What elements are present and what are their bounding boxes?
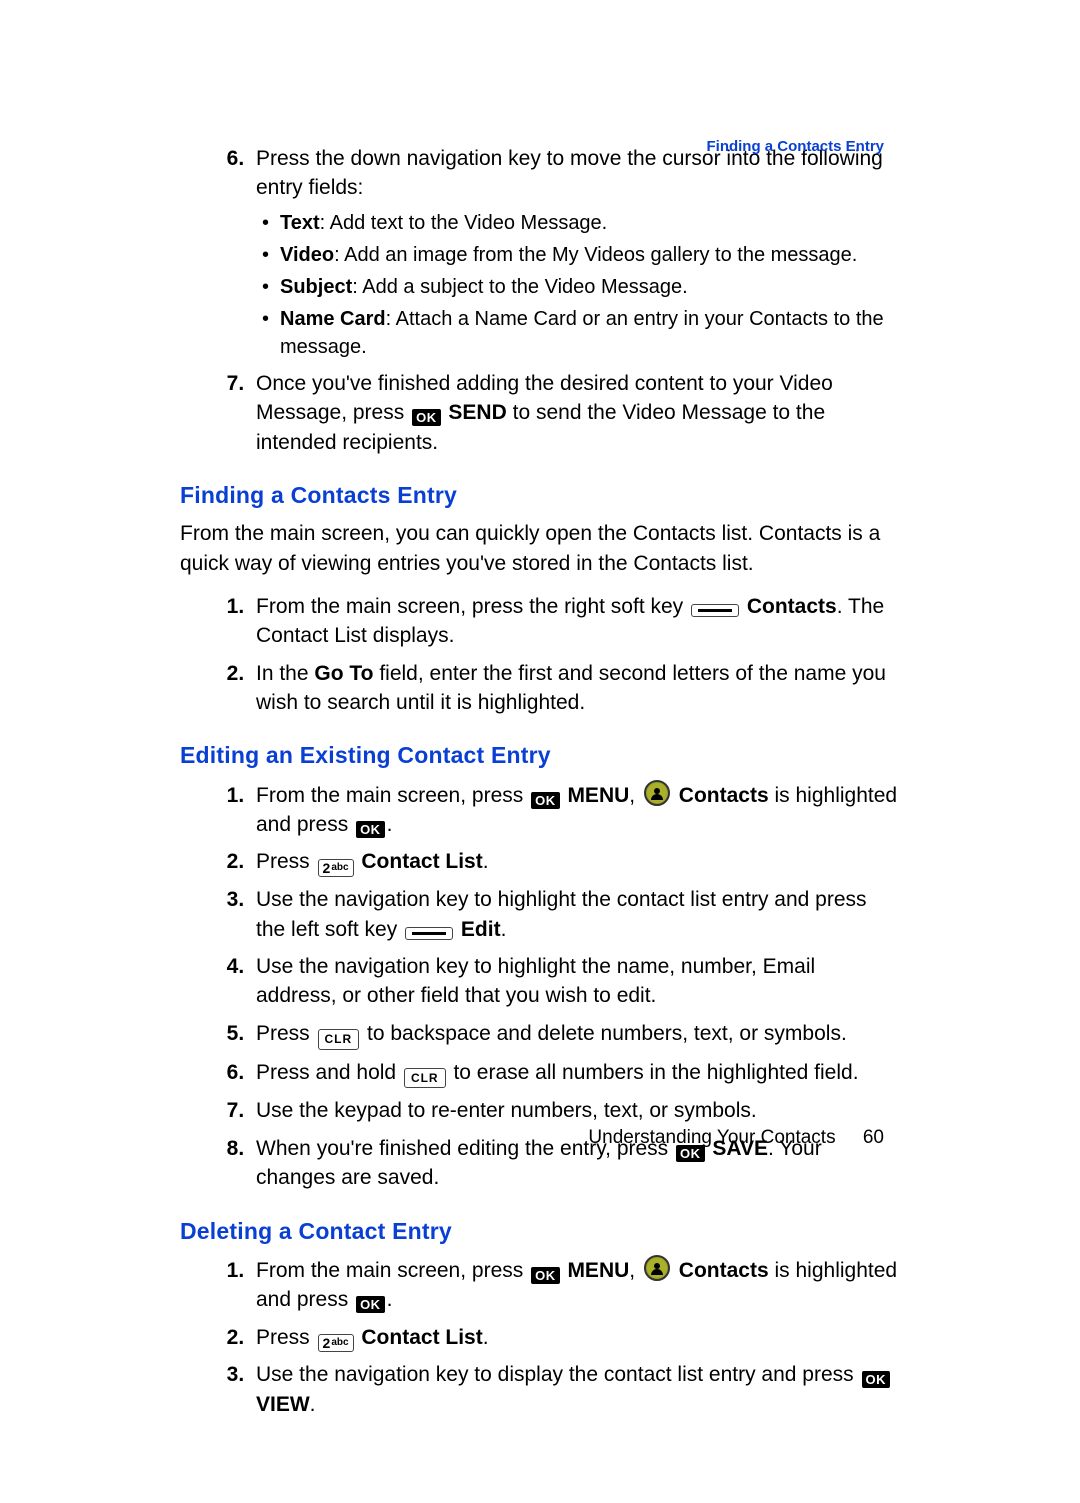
editing-s5-a: Press [256,1022,316,1045]
editing-step-5: Press CLR to backspace and delete number… [250,1019,900,1050]
deleting-s2-cl: Contact List [361,1326,482,1349]
editing-s2-a: Press [256,850,316,873]
ok-key-icon: OK [531,1267,560,1284]
bullet-video-rest: : Add an image from the My Videos galler… [334,244,857,266]
editing-step-3: Use the navigation key to highlight the … [250,885,900,944]
editing-s3-a: Use the navigation key to highlight the … [256,888,867,940]
deleting-s2-b: . [483,1326,489,1349]
finding-s1-a: From the main screen, press the right so… [256,595,689,618]
bullet-text-rest: : Add text to the Video Message. [320,212,608,234]
editing-s6-a: Press and hold [256,1061,402,1084]
video-message-steps-cont: Press the down navigation key to move th… [180,144,900,457]
ok-key-icon: OK [531,792,560,809]
editing-step-1: From the main screen, press OK MENU, Con… [250,780,900,840]
ok-key-icon: OK [356,1296,385,1313]
two-abc-key-icon: 2abc [318,859,354,877]
bullet-text: Text: Add text to the Video Message. [280,209,900,237]
deleting-step-2: Press 2abc Contact List. [250,1323,900,1353]
step-7-send: SEND [448,401,506,424]
finding-s2-goto: Go To [314,662,373,685]
bullet-subject-label: Subject [280,276,352,298]
editing-step-6: Press and hold CLR to erase all numbers … [250,1058,900,1089]
ok-key-icon: OK [412,409,441,426]
deleting-s3-view: VIEW [256,1393,310,1416]
editing-s3-edit: Edit [461,918,501,941]
finding-intro: From the main screen, you can quickly op… [180,519,900,578]
finding-s2-a: In the [256,662,314,685]
heading-deleting: Deleting a Contact Entry [180,1215,900,1247]
deleting-s3-b: . [310,1393,316,1416]
editing-s1-a: From the main screen, press [256,784,529,807]
running-head: Finding a Contacts Entry [706,138,884,155]
deleting-steps: From the main screen, press OK MENU, Con… [180,1255,900,1419]
page-content: Press the down navigation key to move th… [180,144,900,1419]
bullet-subject-rest: : Add a subject to the Video Message. [352,276,687,298]
footer-page-number: 60 [863,1127,884,1148]
footer-chapter: Understanding Your Contacts [588,1127,835,1148]
heading-finding: Finding a Contacts Entry [180,479,900,511]
deleting-s1-contacts: Contacts [679,1259,769,1282]
editing-step-4: Use the navigation key to highlight the … [250,952,900,1011]
editing-s1-d: . [387,813,393,836]
editing-step-7: Use the keypad to re-enter numbers, text… [250,1096,900,1125]
clr-key-icon: CLR [318,1029,360,1050]
finding-step-2: In the Go To field, enter the first and … [250,659,900,718]
bullet-video-label: Video [280,244,334,266]
bullet-text-label: Text [280,212,320,234]
deleting-s1-menu: MENU [567,1259,629,1282]
step-6: Press the down navigation key to move th… [250,144,900,361]
editing-s1-b: , [629,784,641,807]
deleting-s1-d: . [387,1288,393,1311]
manual-page: Finding a Contacts Entry Press the down … [0,0,1080,1503]
finding-step-1: From the main screen, press the right so… [250,592,900,651]
deleting-s2-a: Press [256,1326,316,1349]
finding-s1-contacts: Contacts [747,595,837,618]
editing-s2-cl: Contact List [361,850,482,873]
deleting-s3-a: Use the navigation key to display the co… [256,1363,860,1386]
deleting-s1-a: From the main screen, press [256,1259,529,1282]
bullet-video: Video: Add an image from the My Videos g… [280,241,900,269]
bullet-namecard: Name Card: Attach a Name Card or an entr… [280,305,900,361]
contacts-app-icon [644,1255,670,1281]
step-7: Once you've finished adding the desired … [250,369,900,457]
editing-s4-text: Use the navigation key to highlight the … [256,955,815,1007]
contacts-app-icon [644,780,670,806]
heading-editing: Editing an Existing Contact Entry [180,739,900,771]
editing-s6-b: to erase all numbers in the highlighted … [453,1061,858,1084]
editing-s5-b: to backspace and delete numbers, text, o… [367,1022,847,1045]
ok-key-icon: OK [862,1371,891,1388]
editing-s7-text: Use the keypad to re-enter numbers, text… [256,1099,757,1122]
deleting-step-3: Use the navigation key to display the co… [250,1360,900,1419]
bullet-namecard-label: Name Card [280,308,386,330]
finding-steps: From the main screen, press the right so… [180,592,900,718]
editing-s1-contacts: Contacts [679,784,769,807]
editing-s2-b: . [483,850,489,873]
entry-field-bullets: Text: Add text to the Video Message. Vid… [256,209,900,361]
editing-s3-b: . [501,918,507,941]
soft-key-icon [691,604,739,617]
page-footer: Understanding Your Contacts 60 [588,1127,884,1149]
soft-key-icon [405,927,453,940]
editing-step-2: Press 2abc Contact List. [250,847,900,877]
editing-s1-menu: MENU [567,784,629,807]
clr-key-icon: CLR [404,1068,446,1089]
deleting-s1-b: , [629,1259,641,1282]
deleting-step-1: From the main screen, press OK MENU, Con… [250,1255,900,1315]
two-abc-key-icon: 2abc [318,1334,354,1352]
ok-key-icon: OK [356,821,385,838]
bullet-subject: Subject: Add a subject to the Video Mess… [280,273,900,301]
